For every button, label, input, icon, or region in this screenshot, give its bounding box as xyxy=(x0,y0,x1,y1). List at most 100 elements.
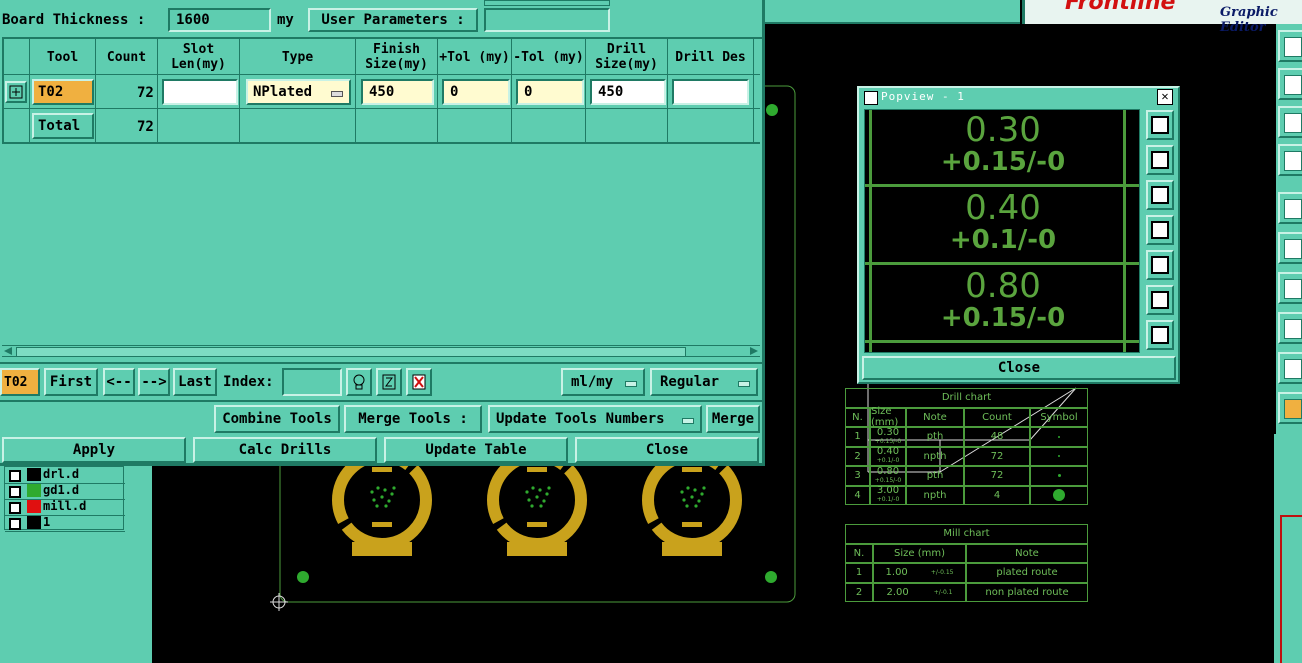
column-header: Count xyxy=(96,39,158,75)
horizontal-scrollbar[interactable] xyxy=(2,345,760,357)
user-parameters-button[interactable]: User Parameters : xyxy=(308,8,478,32)
plus-tol-input[interactable]: 0 xyxy=(442,79,510,105)
merge-button[interactable]: Merge xyxy=(706,405,760,433)
swap-button[interactable] xyxy=(376,368,402,396)
popview-app-icon xyxy=(864,91,878,105)
toolbar-button[interactable] xyxy=(1278,392,1302,424)
popview-drill-label: 0.30 +0.15/-0 xyxy=(865,110,1139,186)
scroll-thumb[interactable] xyxy=(16,347,686,357)
apply-button[interactable]: Apply xyxy=(2,437,186,463)
move-icon xyxy=(1284,75,1302,95)
toolbar-button[interactable] xyxy=(1278,30,1302,62)
popview-titlebar[interactable]: Popview - 1 ✕ xyxy=(861,88,1177,106)
minus-tol-input[interactable]: 0 xyxy=(516,79,584,105)
drill-chart-size-cell: 0.80 +0.15/-0 xyxy=(870,466,906,486)
move-up-icon xyxy=(1151,151,1169,169)
measure-icon xyxy=(1284,319,1302,339)
popview-tolerance: +0.1/-0 xyxy=(949,225,1057,255)
toolbar-button[interactable] xyxy=(1278,232,1302,264)
close-dialog-button[interactable]: Close xyxy=(575,437,759,463)
origin-marker xyxy=(270,593,288,611)
toolbar-button[interactable] xyxy=(1278,312,1302,344)
popview-tool-button[interactable] xyxy=(1146,250,1174,280)
drill-des-input[interactable] xyxy=(672,79,749,105)
drill-tolerance: +0.1/-0 xyxy=(876,457,900,465)
board-thickness-unit: my xyxy=(277,12,294,28)
table-row-divider xyxy=(2,142,760,144)
stretch-icon xyxy=(1284,113,1302,133)
move-left-icon xyxy=(1151,221,1169,239)
mill-chart-cell: 1 xyxy=(845,563,873,583)
layers-icon xyxy=(1284,37,1302,57)
toolbar-button[interactable] xyxy=(1278,352,1302,384)
circle-icon xyxy=(1284,199,1302,219)
drill-symbol-icon xyxy=(1058,455,1060,458)
table-column-divider xyxy=(355,37,356,142)
index-label: Index: xyxy=(223,374,274,390)
popview-close-button[interactable]: Close xyxy=(862,356,1176,380)
table-column-divider xyxy=(157,37,158,142)
mill-chart-title: Mill chart xyxy=(845,524,1088,544)
update-table-button[interactable]: Update Table xyxy=(384,437,568,463)
popview-close-icon[interactable]: ✕ xyxy=(1157,89,1173,105)
toolbar-button[interactable] xyxy=(1278,68,1302,100)
column-header: Drill Size(my) xyxy=(586,39,668,75)
expand-icon xyxy=(9,85,23,99)
bulb-icon xyxy=(353,374,365,390)
drill-tolerance: +0.15/-0 xyxy=(874,437,902,445)
dropdown-icon xyxy=(682,418,694,424)
finish-size-input[interactable]: 450 xyxy=(361,79,434,105)
drill-chart-cell: 1 xyxy=(845,427,870,447)
calc-drills-button[interactable]: Calc Drills xyxy=(193,437,377,463)
drill-chart-cell: 4 xyxy=(964,485,1030,505)
bulb-button[interactable] xyxy=(346,368,372,396)
delete-button[interactable] xyxy=(406,368,432,396)
last-button[interactable]: Last xyxy=(173,368,217,396)
toolbar-button[interactable] xyxy=(1278,144,1302,176)
column-header: Tool xyxy=(30,39,96,75)
mill-chart-size-cell: 2.00 +/-0.1 xyxy=(873,582,966,602)
drill-chart-size-cell: 0.40 +0.1/-0 xyxy=(870,446,906,466)
popview-tool-button[interactable] xyxy=(1146,320,1174,350)
index-input[interactable] xyxy=(282,368,342,396)
popview-tool-button[interactable] xyxy=(1146,215,1174,245)
popview-tool-button[interactable] xyxy=(1146,145,1174,175)
mode-select[interactable]: Regular xyxy=(650,368,758,396)
drill-chart-symbol-cell xyxy=(1030,427,1088,447)
user-parameters-input[interactable] xyxy=(484,8,610,32)
board-thickness-input[interactable]: 1600 xyxy=(168,8,271,32)
drill-chart-header: N. xyxy=(845,407,870,427)
move-right-icon xyxy=(1151,256,1169,274)
toolbar-button[interactable] xyxy=(1278,192,1302,224)
next-button[interactable]: --> xyxy=(138,368,170,396)
column-header: +Tol (my) xyxy=(438,39,512,75)
combine-tools-button[interactable]: Combine Tools xyxy=(214,405,340,433)
prev-button[interactable]: <-- xyxy=(103,368,135,396)
type-select[interactable]: NPlated xyxy=(246,79,351,105)
popview-tool-button[interactable] xyxy=(1146,180,1174,210)
drill-chart-size-cell: 3.00 +0.1/-0 xyxy=(870,485,906,505)
tool-cell-t02[interactable]: T02 xyxy=(32,79,94,105)
scroll-left-icon[interactable] xyxy=(4,347,12,355)
popview-line xyxy=(865,340,1139,343)
slot-len-input[interactable] xyxy=(162,79,238,105)
scroll-right-icon[interactable] xyxy=(750,347,758,355)
drill-symbol-icon xyxy=(1058,435,1060,438)
table-column-divider xyxy=(239,37,240,142)
expand-row-button[interactable] xyxy=(5,81,27,103)
toolbar-button[interactable] xyxy=(1278,106,1302,138)
column-header: Slot Len(my) xyxy=(158,39,240,75)
toolbar-button[interactable] xyxy=(1278,272,1302,304)
update-tools-numbers-select[interactable]: Update Tools Numbers xyxy=(488,405,702,433)
component-footprint xyxy=(332,450,432,556)
unit-select[interactable]: ml/my xyxy=(561,368,645,396)
drill-chart-header: Symbol xyxy=(1030,407,1088,427)
mill-size: 2.00 xyxy=(886,586,909,598)
node-icon xyxy=(1284,239,1302,259)
drill-size-input[interactable]: 450 xyxy=(590,79,666,105)
first-button[interactable]: First xyxy=(44,368,98,396)
popview-canvas[interactable]: 0.30 +0.15/-0 0.40 +0.1/-0 0.80 +0.15/-0 xyxy=(864,109,1140,353)
popview-tool-button[interactable] xyxy=(1146,110,1174,140)
popview-tool-button[interactable] xyxy=(1146,285,1174,315)
table-column-divider xyxy=(29,37,30,142)
